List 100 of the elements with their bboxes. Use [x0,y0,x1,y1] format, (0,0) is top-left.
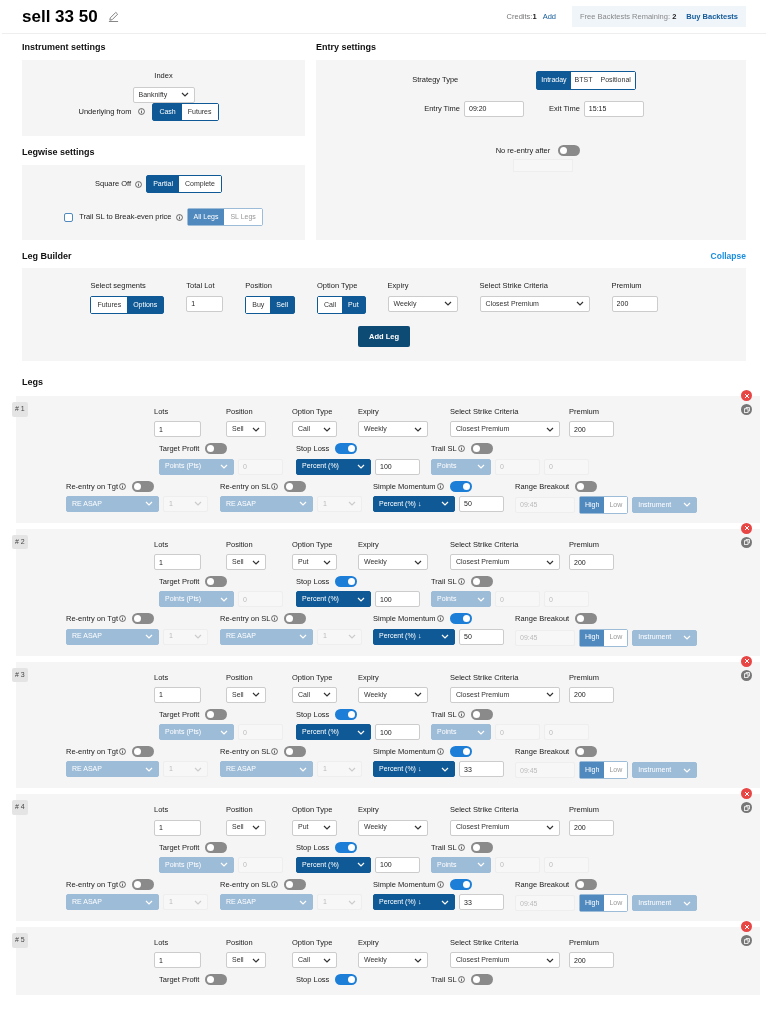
chevron-icon [299,766,307,772]
chevron-icon [252,692,260,698]
chevron-icon [477,596,485,602]
chevron-icon [477,729,485,735]
info-icon [138,108,146,116]
chevron-icon [546,957,554,963]
copy-icon [743,804,750,811]
toggle-switch[interactable] [575,878,598,890]
toggle-switch[interactable] [284,613,307,625]
delete-button[interactable] [741,655,752,667]
copy-icon [743,539,750,546]
toggle-switch[interactable] [205,974,228,986]
section-heading: Legs [22,375,44,389]
chevron-icon [252,426,260,432]
copy-button[interactable] [741,536,752,548]
section-heading: Legwise settings [22,145,96,159]
toggle-switch[interactable] [132,878,154,890]
toggle-switch[interactable] [470,841,493,853]
chevron-icon [575,301,584,307]
toggle-switch[interactable] [284,480,307,492]
toggle-switch[interactable] [205,708,228,720]
toggle-switch[interactable] [335,443,358,455]
toggle-switch[interactable] [470,708,493,720]
toggle-switch[interactable] [335,841,358,853]
chevron-icon [299,501,307,507]
section-heading: Entry settings [316,41,377,54]
delete-button[interactable] [741,390,752,401]
toggle-switch[interactable] [470,443,493,455]
checkbox[interactable] [64,212,74,222]
chevron-icon [252,559,260,565]
chevron-icon [683,635,692,640]
chevron-icon [180,92,189,98]
toggle-switch[interactable] [449,613,472,625]
toggle-switch[interactable] [575,480,598,492]
chevron-icon [414,426,422,432]
chevron-icon [348,899,356,905]
chevron-icon [357,596,365,602]
chevron-icon [323,825,331,830]
chevron-icon [546,559,554,565]
delete-button[interactable] [741,921,752,932]
info-icon [175,213,183,221]
chevron-icon [348,766,356,772]
copy-button[interactable] [741,802,752,814]
close-icon [743,525,750,532]
chevron-icon [683,502,692,508]
chevron-icon [348,501,356,507]
chevron-icon [220,596,228,602]
close-icon [743,392,750,399]
toggle-switch[interactable] [335,708,358,720]
chevron-icon [252,957,260,963]
toggle-switch[interactable] [335,576,358,588]
chevron-icon [145,766,153,772]
chevron-icon [546,692,554,698]
chevron-icon [441,634,449,639]
chevron-icon [145,634,153,639]
toggle-switch[interactable] [449,480,472,492]
section-heading: Instrument settings [22,41,107,54]
chevron-icon [145,899,153,905]
chevron-icon [441,501,449,507]
chevron-icon [441,766,449,772]
toggle-switch[interactable] [205,443,228,455]
chevron-icon [323,426,331,432]
toggle-switch[interactable] [470,576,493,588]
copy-icon [743,937,750,944]
chevron-icon [357,729,365,735]
chevron-icon [414,825,422,830]
toggle-switch[interactable] [132,480,154,492]
chevron-icon [299,899,307,905]
chevron-icon [357,464,365,469]
chevron-icon [323,692,331,698]
edit-icon[interactable] [107,11,119,22]
toggle-switch[interactable] [205,576,228,588]
delete-button[interactable] [741,788,752,800]
toggle-switch[interactable] [284,746,307,758]
toggle-switch[interactable] [132,613,154,625]
chevron-icon [220,862,228,868]
chevron-icon [357,862,365,868]
chevron-icon [323,559,331,565]
toggle-switch[interactable] [449,878,472,890]
toggle-switch[interactable] [335,974,358,986]
toggle-switch[interactable] [132,746,154,758]
toggle-switch[interactable] [284,878,307,890]
chevron-icon [414,692,422,698]
toggle-switch[interactable] [205,841,228,853]
copy-button[interactable] [741,935,752,946]
toggle-switch[interactable] [575,613,598,625]
toggle-switch[interactable] [558,144,581,156]
toggle-switch[interactable] [449,746,472,758]
copy-button[interactable] [741,404,752,415]
collapse-link[interactable]: Collapse [710,250,746,264]
delete-button[interactable] [741,522,752,534]
chevron-icon [683,767,692,773]
chevron-icon [299,634,307,639]
strategy-title: sell 33 50 [22,5,98,28]
chevron-icon [441,899,449,905]
copy-button[interactable] [741,669,752,681]
chevron-icon [414,559,422,565]
toggle-switch[interactable] [575,746,598,758]
chevron-icon [348,634,356,639]
toggle-switch[interactable] [470,974,493,986]
